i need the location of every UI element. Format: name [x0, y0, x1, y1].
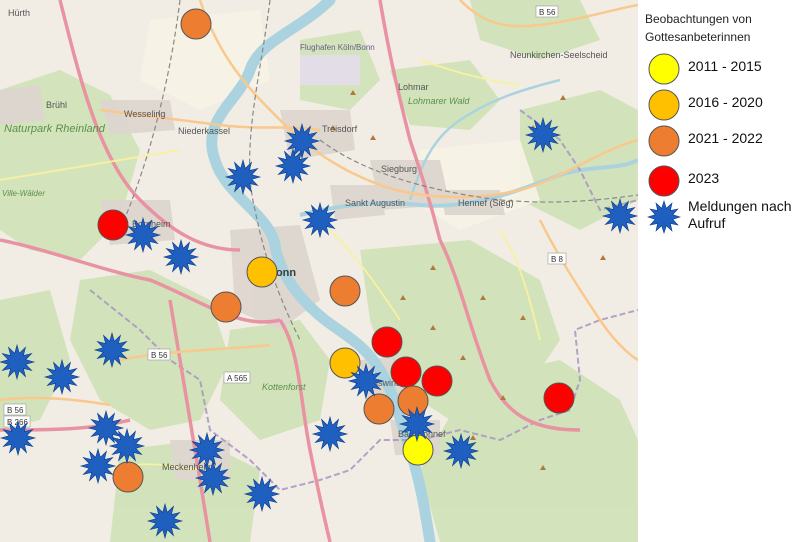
observation-circle-marker[interactable] [97, 209, 129, 241]
map-view[interactable]: Hürth Wesseling Brühl Niederkassel Trois… [0, 0, 638, 542]
legend-label: Meldungen nach Aufruf [688, 198, 792, 231]
legend-circle-yellow-icon [648, 53, 680, 85]
place-label: Lohmar [398, 82, 429, 92]
place-label: Brühl [46, 100, 67, 110]
observation-circle-marker[interactable] [363, 393, 395, 425]
legend-item-2023: 2023 [640, 162, 806, 197]
svg-text:A 565: A 565 [227, 374, 248, 383]
svg-text:B 8: B 8 [551, 255, 564, 264]
legend-item-2021-2022: 2021 - 2022 [640, 122, 806, 157]
observation-circle-marker[interactable] [112, 461, 144, 493]
legend-label: 2016 - 2020 [688, 94, 763, 110]
legend-label: 2021 - 2022 [688, 130, 763, 146]
legend-item-meldungen: Meldungen nach Aufruf [640, 198, 806, 238]
place-label: Wesseling [124, 109, 165, 119]
legend-label: 2023 [688, 170, 720, 186]
place-label: Hennef (Sieg) [458, 198, 514, 208]
legend-item-2016-2020: 2016 - 2020 [640, 86, 806, 121]
observation-circle-marker[interactable] [371, 326, 403, 358]
area-label: Kottenforst [262, 382, 306, 392]
observation-circle-marker[interactable] [421, 365, 453, 397]
map-canvas[interactable]: Hürth Wesseling Brühl Niederkassel Trois… [0, 0, 638, 542]
observation-circle-marker[interactable] [210, 291, 242, 323]
place-label: Neunkirchen-Seelscheid [510, 50, 608, 60]
legend-panel: Beobachtungen von Gottesanbeterinnen 201… [640, 0, 806, 542]
area-label: Ville-Wälder [2, 189, 45, 198]
observation-circle-marker[interactable] [402, 434, 434, 466]
place-label: Hürth [8, 8, 30, 18]
area-label: Lohmarer Wald [408, 96, 470, 106]
place-label: Niederkassel [178, 126, 230, 136]
place-label: Sankt Augustin [345, 198, 405, 208]
svg-text:B 56: B 56 [7, 406, 24, 415]
legend-circle-orange-icon [648, 125, 680, 157]
observation-circle-marker[interactable] [329, 275, 361, 307]
legend-item-2011-2015: 2011 - 2015 [640, 50, 806, 85]
observation-circle-marker[interactable] [390, 356, 422, 388]
legend-circle-red-icon [648, 165, 680, 197]
place-label: Troisdorf [322, 124, 358, 134]
legend-star-burst-icon [647, 200, 681, 234]
observation-circle-marker[interactable] [180, 8, 212, 40]
airport-area [300, 55, 360, 85]
legend-title: Beobachtungen von Gottesanbeterinnen [645, 12, 752, 44]
legend-circle-amber-icon [648, 89, 680, 121]
area-label: Flughafen Köln/Bonn [300, 43, 375, 52]
observation-circle-marker[interactable] [543, 382, 575, 414]
observation-circle-marker[interactable] [246, 256, 278, 288]
legend-label: 2011 - 2015 [688, 58, 762, 74]
place-label: Siegburg [381, 164, 417, 174]
svg-text:B 56: B 56 [539, 8, 556, 17]
area-label: Naturpark Rheinland [4, 123, 106, 135]
svg-text:B 56: B 56 [151, 351, 168, 360]
